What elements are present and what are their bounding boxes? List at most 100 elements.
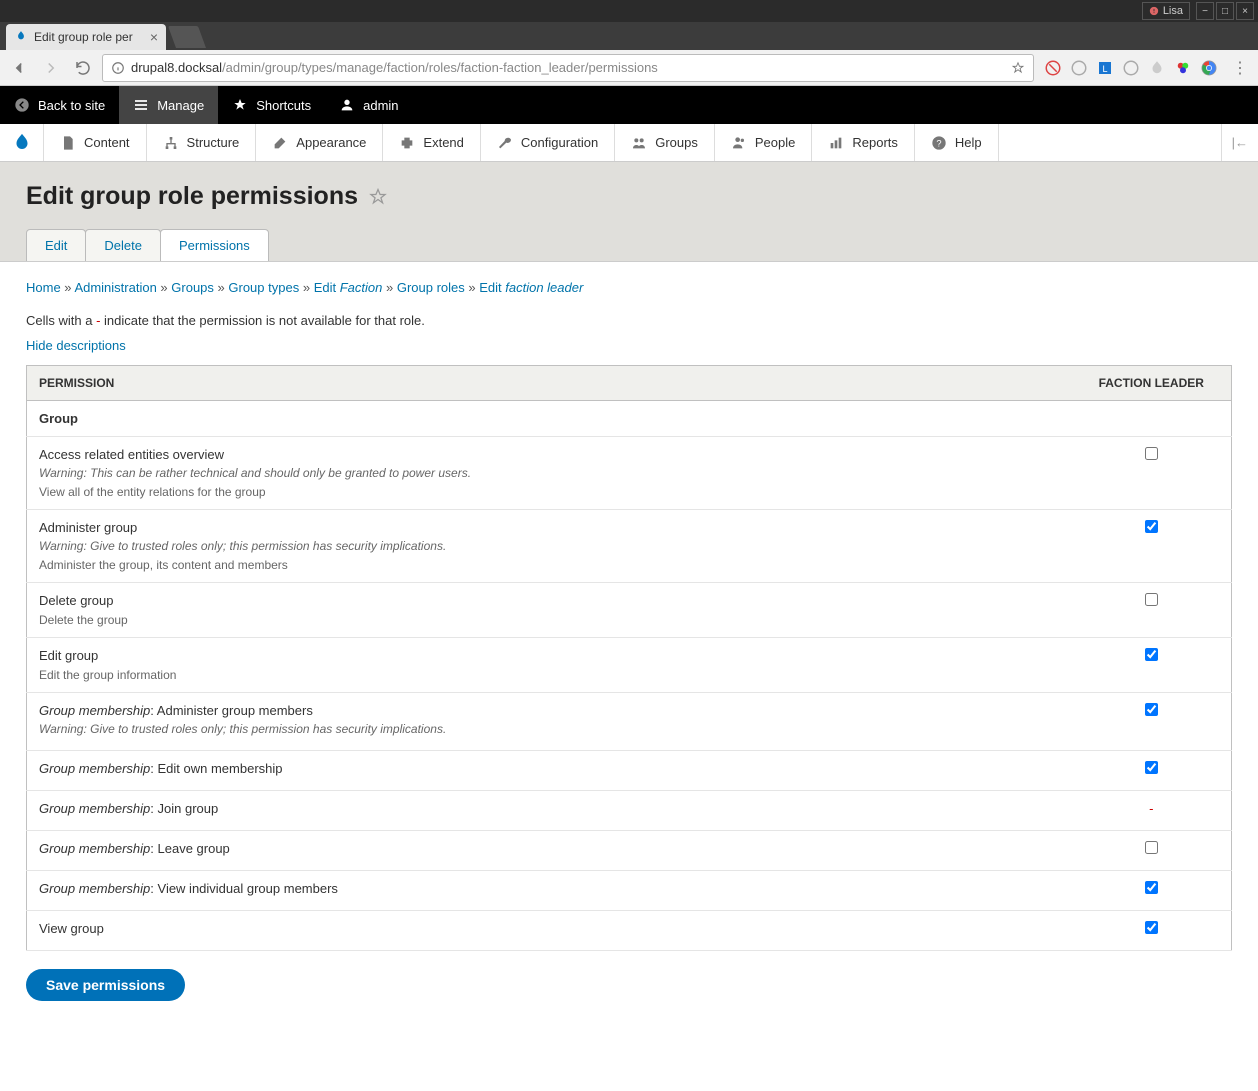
favorite-star-icon[interactable] — [368, 187, 388, 207]
permission-cell: Access related entities overviewWarning:… — [27, 437, 1072, 510]
permission-checkbox-cell — [1072, 831, 1232, 871]
permission-checkbox[interactable] — [1145, 520, 1158, 533]
permission-checkbox-cell — [1072, 911, 1232, 951]
ext-icon-5[interactable] — [1148, 59, 1166, 77]
address-bar[interactable]: drupal8.docksal/admin/group/types/manage… — [102, 54, 1034, 82]
tab-delete[interactable]: Delete — [85, 229, 161, 261]
nav-reload-button[interactable] — [70, 55, 96, 81]
back-to-site-button[interactable]: Back to site — [0, 86, 119, 124]
permission-title: Administer group — [39, 520, 1060, 535]
permission-checkbox[interactable] — [1145, 593, 1158, 606]
admin-reports[interactable]: Reports — [812, 124, 915, 161]
breadcrumb-edit-leader[interactable]: Edit faction leader — [479, 280, 583, 295]
ext-icon-6[interactable] — [1174, 59, 1192, 77]
admin-configuration[interactable]: Configuration — [481, 124, 615, 161]
info-icon — [111, 61, 125, 75]
breadcrumb-admin[interactable]: Administration — [74, 280, 156, 295]
svg-text:L: L — [1102, 63, 1107, 73]
nav-back-button[interactable] — [6, 55, 32, 81]
tab-close-icon[interactable]: × — [150, 29, 158, 45]
ext-icon-2[interactable] — [1070, 59, 1088, 77]
permission-checkbox-cell — [1072, 437, 1232, 510]
admin-extend[interactable]: Extend — [383, 124, 480, 161]
permission-description: Edit the group information — [39, 668, 176, 682]
permission-title: Group membership: Administer group membe… — [39, 703, 1060, 718]
drupal-favicon — [14, 30, 28, 44]
breadcrumb-group-types[interactable]: Group types — [228, 280, 299, 295]
permission-checkbox[interactable] — [1145, 703, 1158, 716]
permission-checkbox[interactable] — [1145, 761, 1158, 774]
permission-checkbox[interactable] — [1145, 841, 1158, 854]
breadcrumb-edit-faction[interactable]: Edit Faction — [314, 280, 383, 295]
permission-cell: Group membership: Leave group — [27, 831, 1072, 871]
not-available-dash: - — [1149, 801, 1153, 816]
breadcrumb-groups[interactable]: Groups — [171, 280, 214, 295]
drupal-icon — [11, 132, 33, 154]
wrench-icon — [497, 135, 513, 151]
drupal-toolbar: Back to site Manage Shortcuts admin — [0, 86, 1258, 124]
permission-title: Delete group — [39, 593, 1060, 608]
breadcrumb: Home » Administration » Groups » Group t… — [26, 280, 1232, 295]
url-host: drupal8.docksal — [131, 60, 222, 75]
admin-appearance[interactable]: Appearance — [256, 124, 383, 161]
breadcrumb-home[interactable]: Home — [26, 280, 61, 295]
toggle-descriptions-link[interactable]: Hide descriptions — [26, 338, 126, 353]
permission-cell: Group membership: Administer group membe… — [27, 693, 1072, 751]
admin-people[interactable]: People — [715, 124, 812, 161]
permission-cell: Group membership: Join group — [27, 791, 1072, 831]
permission-description: Delete the group — [39, 613, 128, 627]
permission-warning: Warning: Give to trusted roles only; thi… — [39, 722, 1060, 736]
permission-checkbox[interactable] — [1145, 921, 1158, 934]
new-tab-button[interactable] — [168, 26, 206, 48]
svg-text:?: ? — [936, 138, 941, 148]
groups-icon — [631, 135, 647, 151]
admin-help[interactable]: ?Help — [915, 124, 999, 161]
os-maximize[interactable]: □ — [1216, 2, 1234, 20]
ext-icon-4[interactable] — [1122, 59, 1140, 77]
permission-title: Group membership: View individual group … — [39, 881, 1060, 896]
permission-cell: Group membership: View individual group … — [27, 871, 1072, 911]
permission-warning: Warning: This can be rather technical an… — [39, 466, 1060, 480]
shortcuts-button[interactable]: Shortcuts — [218, 86, 325, 124]
breadcrumb-group-roles[interactable]: Group roles — [397, 280, 465, 295]
save-button[interactable]: Save permissions — [26, 969, 185, 1001]
user-icon — [339, 97, 355, 113]
ext-icon-7[interactable] — [1200, 59, 1218, 77]
admin-home-icon[interactable] — [0, 124, 44, 161]
permission-checkbox[interactable] — [1145, 447, 1158, 460]
ext-icon-3[interactable]: L — [1096, 59, 1114, 77]
admin-collapse-toggle[interactable]: |← — [1221, 124, 1258, 161]
permission-title: Group membership: Edit own membership — [39, 761, 1060, 776]
user-name: admin — [363, 98, 398, 113]
manage-toggle[interactable]: Manage — [119, 86, 218, 124]
permission-warning: Warning: Give to trusted roles only; thi… — [39, 539, 1060, 553]
url-path: /admin/group/types/manage/faction/roles/… — [222, 60, 658, 75]
help-icon: ? — [931, 135, 947, 151]
file-icon — [60, 135, 76, 151]
permission-title: Group membership: Join group — [39, 801, 1060, 816]
admin-structure[interactable]: Structure — [147, 124, 257, 161]
local-tabs: Edit Delete Permissions — [0, 229, 1258, 261]
permissions-table: Permission Faction leader Group Access r… — [26, 365, 1232, 951]
content-region: Home » Administration » Groups » Group t… — [0, 262, 1258, 1031]
permission-checkbox[interactable] — [1145, 648, 1158, 661]
ext-icon-1[interactable] — [1044, 59, 1062, 77]
permission-checkbox-cell: - — [1072, 791, 1232, 831]
os-minimize[interactable]: − — [1196, 2, 1214, 20]
bookmark-star-icon[interactable] — [1011, 61, 1025, 75]
nav-forward-button — [38, 55, 64, 81]
permission-checkbox-cell — [1072, 510, 1232, 583]
tab-permissions[interactable]: Permissions — [160, 229, 269, 261]
chrome-menu-button[interactable]: ⋮ — [1228, 58, 1252, 78]
browser-tab[interactable]: Edit group role per × — [6, 24, 166, 50]
table-row: View group — [27, 911, 1232, 951]
permission-checkbox[interactable] — [1145, 881, 1158, 894]
os-close[interactable]: × — [1236, 2, 1254, 20]
browser-tab-strip: Edit group role per × — [0, 22, 1258, 50]
user-menu-button[interactable]: admin — [325, 86, 412, 124]
admin-content[interactable]: Content — [44, 124, 147, 161]
admin-groups[interactable]: Groups — [615, 124, 715, 161]
tab-edit[interactable]: Edit — [26, 229, 86, 261]
permission-title: Edit group — [39, 648, 1060, 663]
permission-checkbox-cell — [1072, 751, 1232, 791]
